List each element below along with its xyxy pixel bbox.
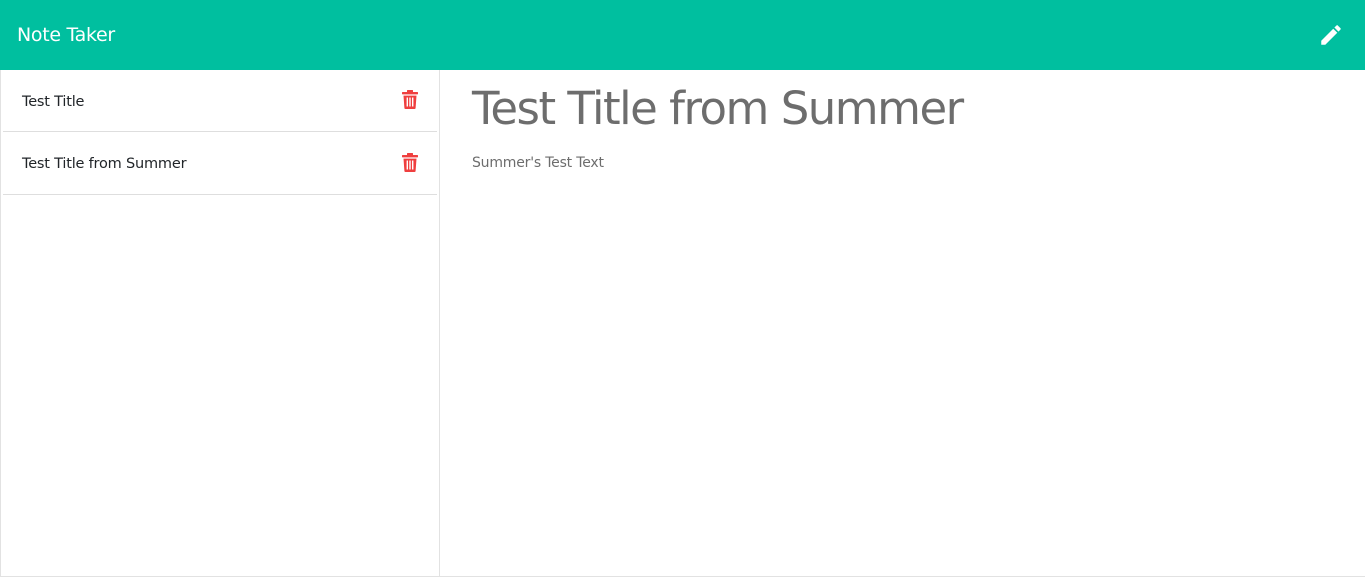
note-list-item-title: Test Title: [22, 93, 85, 110]
delete-note-button[interactable]: [401, 90, 419, 110]
app-title-link[interactable]: Note Taker: [17, 24, 115, 46]
delete-note-button[interactable]: [401, 152, 419, 172]
note-list-item[interactable]: Test Title: [3, 70, 437, 132]
note-list-item[interactable]: Test Title from Summer: [3, 132, 437, 195]
trash-icon: [402, 152, 418, 172]
note-list-item-title: Test Title from Summer: [22, 156, 187, 172]
pencil-icon: [1321, 25, 1341, 45]
note-text-field[interactable]: Summer's Test Text: [472, 155, 1365, 171]
new-note-button[interactable]: [1316, 20, 1346, 50]
trash-icon: [402, 90, 418, 109]
note-detail-panel: Test Title from Summer Summer's Test Tex…: [440, 70, 1365, 577]
navbar: Note Taker: [0, 0, 1365, 70]
note-title-field[interactable]: Test Title from Summer: [472, 83, 1365, 135]
notes-sidebar: Test Title Test Title from Summer: [0, 70, 440, 577]
